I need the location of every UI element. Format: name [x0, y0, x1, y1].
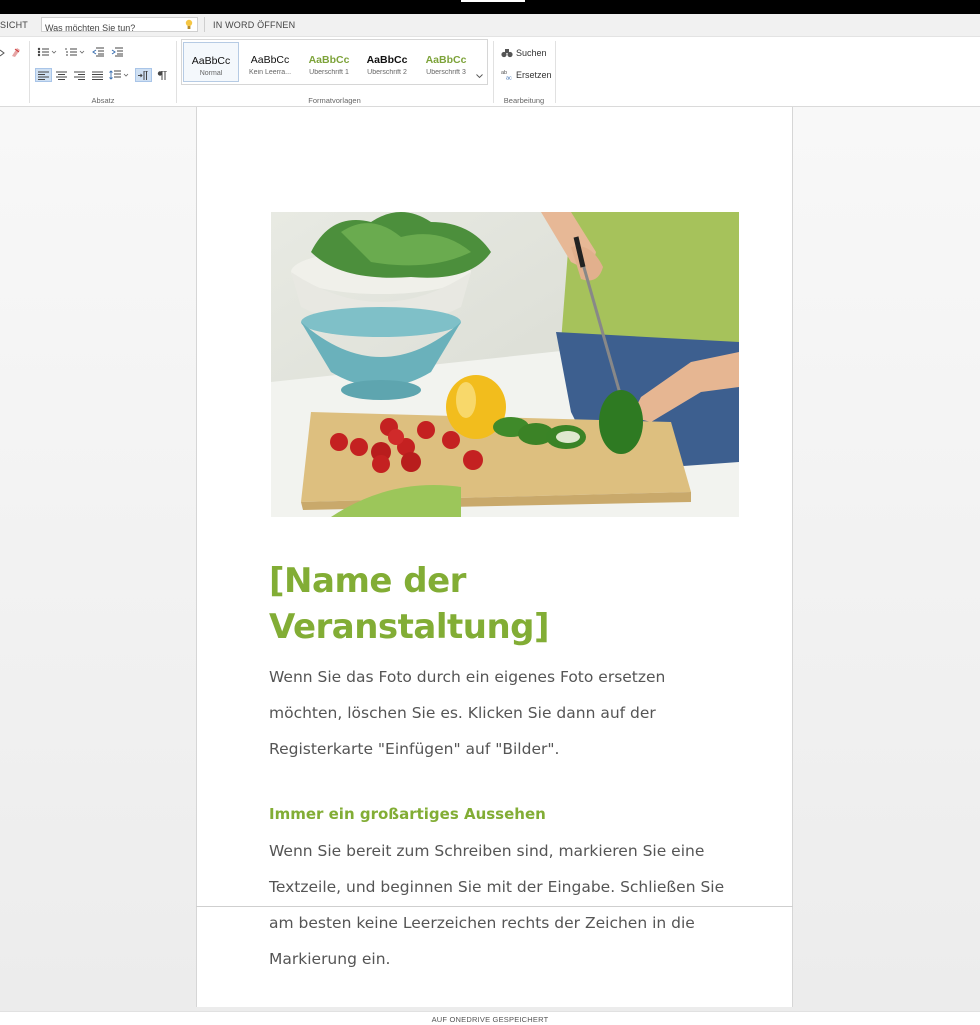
style-sample: AaBbCc [425, 54, 467, 66]
clear-formatting-icon[interactable] [9, 45, 23, 59]
style-name: Überschrift 3 [426, 69, 466, 76]
align-right-icon[interactable] [72, 68, 87, 82]
align-center-icon[interactable] [54, 68, 69, 82]
numbering-icon[interactable] [64, 45, 86, 59]
style-name: Überschrift 2 [367, 69, 407, 76]
style-sample: AaBbCc [250, 54, 290, 66]
show-formatting-marks-icon[interactable] [155, 68, 170, 82]
tell-me-search-box[interactable] [41, 17, 198, 35]
style-heading-3[interactable]: AaBbCc Überschrift 3 [418, 42, 474, 82]
style-heading-1[interactable]: AaBbCc Überschrift 1 [301, 42, 357, 82]
line-spacing-icon[interactable] [108, 68, 130, 82]
menu-separator [204, 17, 205, 32]
ribbon-separator [493, 41, 494, 103]
top-bar-indicator [461, 0, 525, 2]
ltr-direction-icon[interactable] [135, 68, 152, 82]
save-status: AUF ONEDRIVE GESPEICHERT [431, 1015, 549, 1024]
replace-button[interactable]: ab ac Ersetzen [501, 69, 552, 81]
font-color-arrow-icon[interactable] [0, 45, 6, 59]
body-paragraph[interactable]: Wenn Sie bereit zum Schreiben sind, mark… [269, 833, 739, 977]
style-sample: AaBbCc [308, 54, 350, 66]
align-left-icon[interactable] [35, 68, 52, 82]
ribbon-separator [176, 41, 177, 103]
editing-group-label: Bearbeitung [503, 96, 545, 105]
replace-label: Ersetzen [516, 69, 552, 80]
ribbon-separator [29, 41, 30, 103]
style-name: Kein Leerra... [248, 69, 292, 76]
binoculars-icon [501, 49, 513, 58]
style-no-spacing[interactable]: AaBbCc Kein Leerra... [242, 42, 298, 82]
replace-icon: abac [501, 70, 512, 81]
lightbulb-icon [185, 19, 193, 29]
photo-illustration [271, 212, 739, 517]
style-name: Normal [199, 70, 223, 77]
style-name: Überschrift 1 [309, 69, 349, 76]
styles-group-label: Formatvorlagen [308, 96, 361, 105]
tell-me-search-input[interactable] [42, 21, 180, 35]
justify-icon[interactable] [90, 68, 105, 82]
svg-text:ac: ac [506, 76, 512, 81]
bullets-icon[interactable] [36, 45, 58, 59]
style-sample: AaBbCc [366, 54, 408, 66]
styles-gallery: AaBbCc Normal AaBbCc Kein Leerra... AaBb… [181, 39, 488, 85]
intro-paragraph[interactable]: Wenn Sie das Foto durch ein eigenes Foto… [269, 659, 739, 767]
ribbon: Absatz AaBbCc Normal AaBbCc Kein Leerra.… [0, 37, 980, 107]
paragraph-group-label: Absatz [91, 96, 115, 105]
menu-bar: SICHT IN WORD ÖFFNEN [0, 14, 980, 37]
ribbon-separator [555, 41, 556, 103]
decrease-indent-icon[interactable] [91, 45, 105, 59]
increase-indent-icon[interactable] [110, 45, 124, 59]
event-title[interactable]: [Name der Veranstaltung] [269, 558, 739, 650]
find-button[interactable]: Suchen [501, 48, 547, 58]
vegetable-cutting-photo[interactable] [271, 212, 739, 517]
style-normal[interactable]: AaBbCc Normal [183, 42, 239, 82]
style-sample: AaBbCc [191, 55, 231, 67]
styles-more-chevron-icon[interactable] [476, 73, 483, 81]
open-in-word-button[interactable]: IN WORD ÖFFNEN [213, 20, 295, 30]
style-heading-2[interactable]: AaBbCc Überschrift 2 [359, 42, 415, 82]
page-break-line [196, 906, 793, 907]
window-top-bar [0, 0, 980, 14]
find-label: Suchen [516, 48, 547, 58]
status-bar: AUF ONEDRIVE GESPEICHERT [0, 1011, 980, 1025]
tab-view[interactable]: SICHT [0, 20, 28, 30]
section-heading[interactable]: Immer ein großartiges Aussehen [269, 805, 546, 823]
